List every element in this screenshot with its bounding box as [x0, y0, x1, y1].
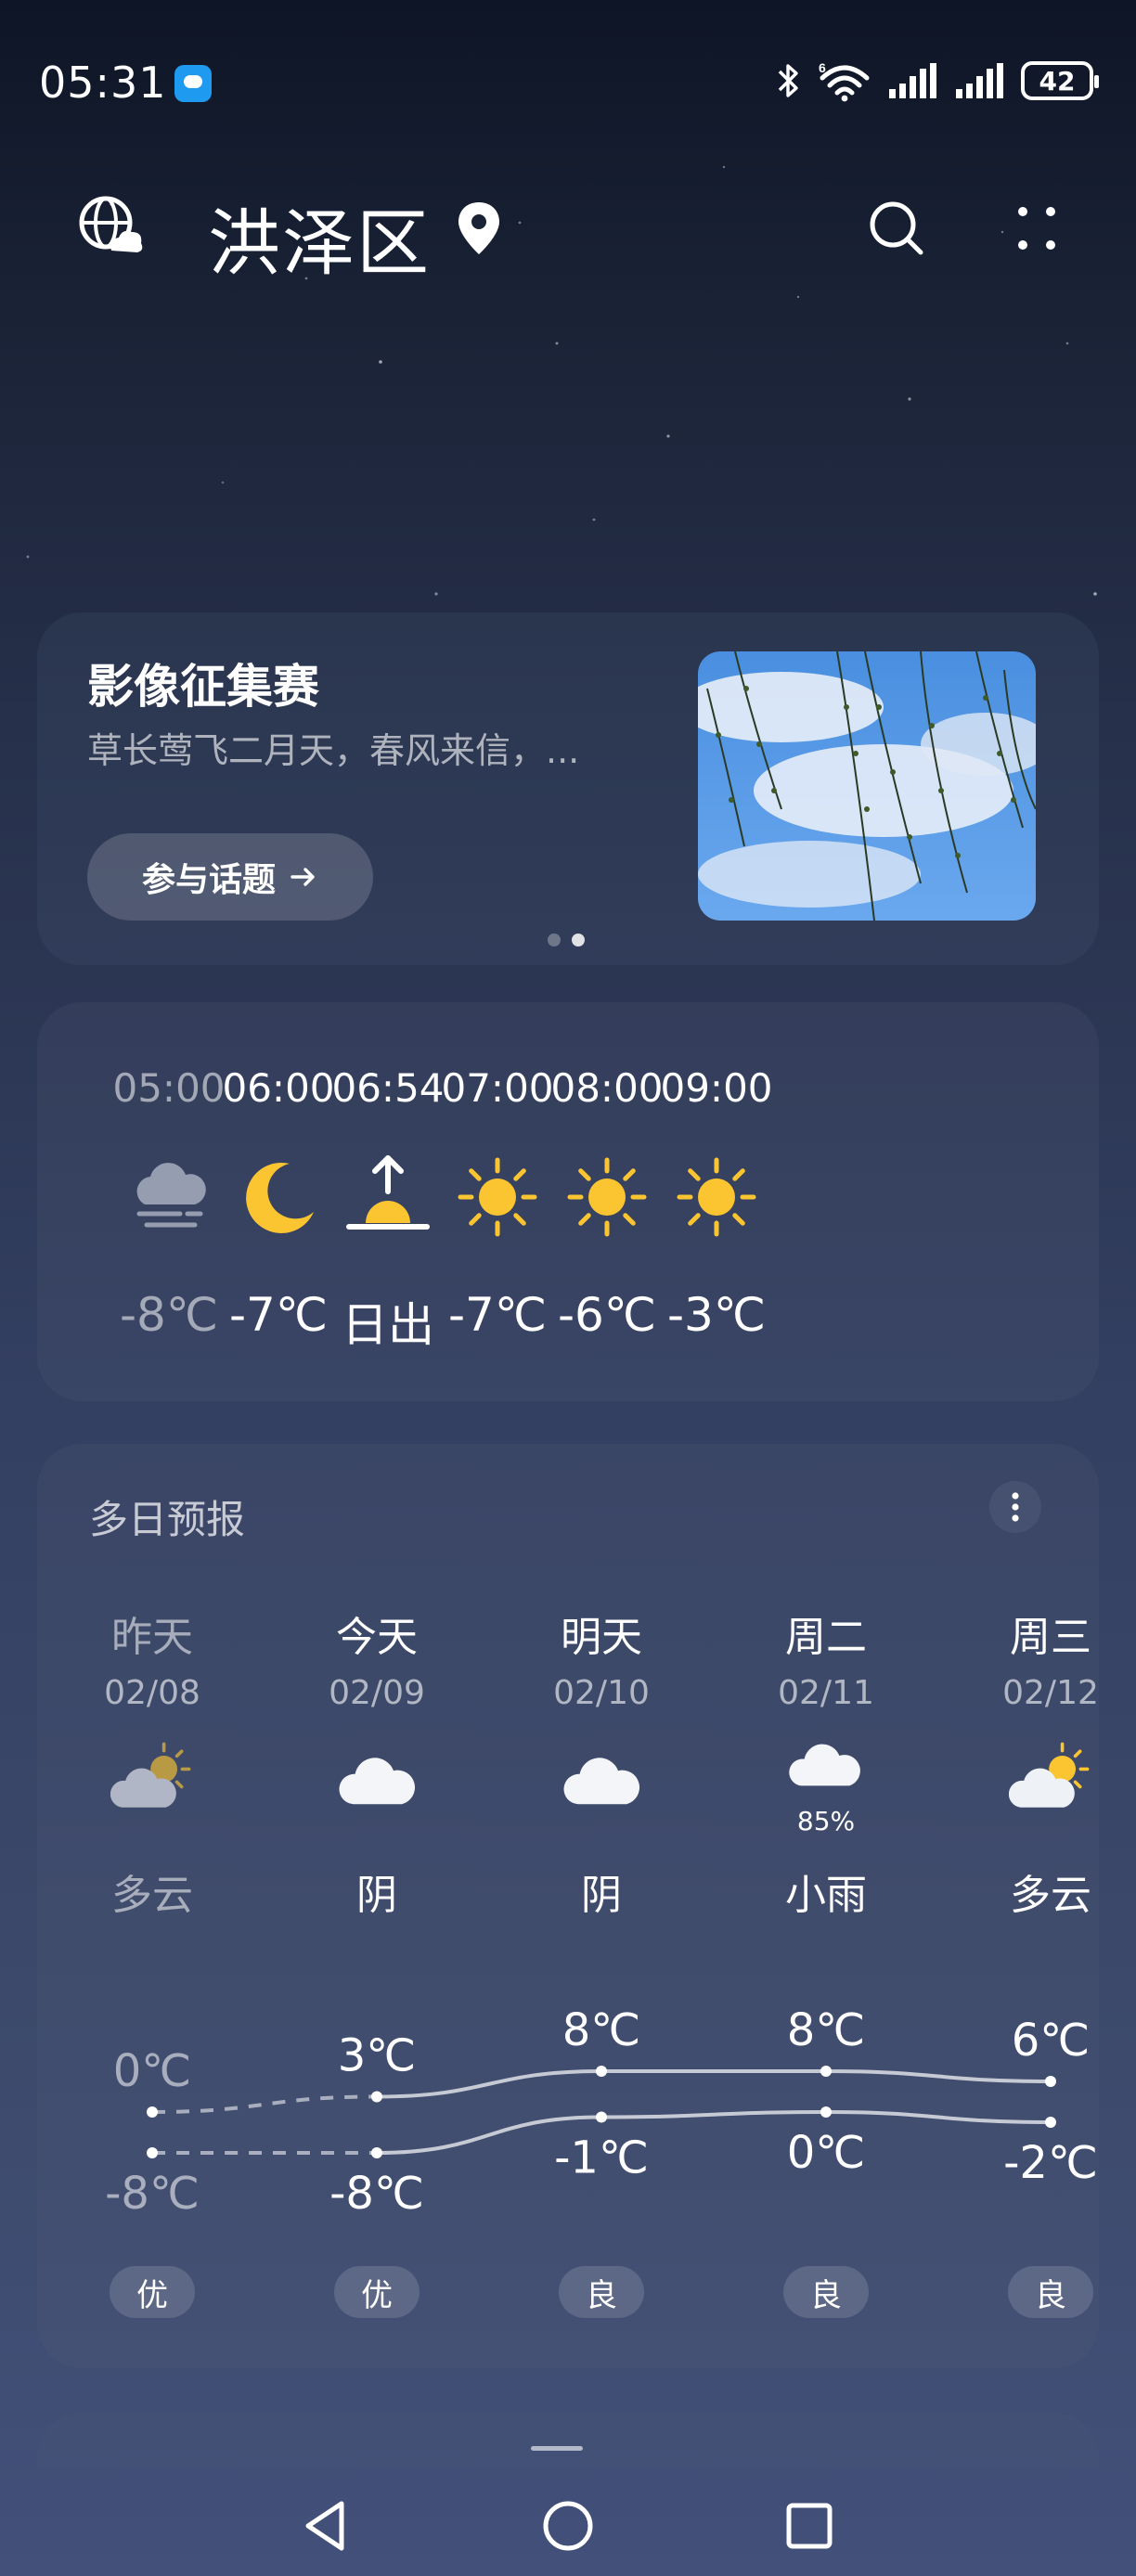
signal-icon-2 [956, 63, 1003, 98]
day-date: 02/08 [104, 1674, 200, 1712]
message-notification-icon [174, 65, 212, 102]
hourly-item[interactable]: 09:00 -3℃ [624, 1002, 809, 1401]
daily-item[interactable]: 周二 02/11 85% 小雨良 [733, 1444, 919, 2368]
next-card-peek [37, 2413, 1099, 2468]
day-name: 今天 [336, 1614, 418, 1661]
cloud-icon [563, 1758, 640, 1805]
aqi-badge: 良 [1008, 2266, 1093, 2318]
app-header: 洪泽区 [0, 167, 1136, 288]
wifi-6-icon: 6 [819, 60, 870, 102]
high-temp-line [376, 2069, 1052, 2099]
status-bar: 05:31 6 42 [0, 0, 1136, 167]
day-date: 02/10 [553, 1674, 650, 1712]
partly-cloudy-icon [110, 1742, 191, 1808]
city-name-title[interactable]: 洪泽区 [208, 186, 431, 290]
day-condition: 小雨 [785, 1872, 867, 1919]
aqi-badge: 优 [110, 2266, 195, 2318]
promo-subtitle: 草长莺飞二月天，春风来信，... [87, 730, 580, 771]
daily-item[interactable]: 昨天 02/08 多云优 [59, 1444, 245, 2368]
status-indicators: 6 42 [776, 58, 1099, 104]
carousel-dot [548, 934, 561, 947]
bluetooth-icon [778, 64, 798, 97]
aqi-badge: 优 [334, 2266, 420, 2318]
join-topic-button[interactable]: 参与话题 [87, 833, 373, 921]
system-navigation-bar [0, 2468, 1136, 2576]
next-card-handle [531, 2446, 583, 2451]
battery-level: 42 [1039, 65, 1076, 97]
hourly-time: 09:00 [660, 1065, 773, 1111]
cloud-icon [339, 1758, 416, 1805]
aqi-badge: 良 [559, 2266, 644, 2318]
daily-item[interactable]: 今天 02/09 阴优 [284, 1444, 470, 2368]
daily-forecast-card[interactable]: 多日预报 0℃ 3℃ 8℃ 8℃ 6℃ -8℃ -8℃ -1℃ 0℃ -2℃ 昨天 02/08 多云优… [37, 1444, 1099, 2368]
back-icon[interactable] [290, 2489, 364, 2563]
day-name: 周三 [1010, 1614, 1091, 1661]
partly-cloudy-icon [1008, 1742, 1090, 1808]
day-name: 昨天 [111, 1614, 193, 1661]
arrow-right-icon [290, 868, 315, 886]
sun-icon [677, 1157, 756, 1237]
hourly-forecast-card[interactable]: 05:00 -8℃ 06:00 -7℃ 06:54 日出 07:00 -7℃ 08:00 -6℃ 0… [37, 1002, 1099, 1401]
city-manage-globe-icon[interactable] [74, 189, 148, 264]
svg-text:6: 6 [819, 60, 826, 75]
day-date: 02/11 [778, 1674, 874, 1712]
day-name: 周二 [785, 1614, 867, 1661]
day-icon [560, 1739, 643, 1823]
signal-icon-1 [889, 63, 936, 98]
promo-card[interactable]: 影像征集赛 草长莺飞二月天，春风来信，... 参与话题 [37, 612, 1099, 965]
day-icon [1008, 1739, 1092, 1823]
join-topic-label: 参与话题 [141, 861, 276, 899]
day-name: 明天 [561, 1614, 642, 1661]
day-icon [110, 1739, 194, 1823]
location-pin-icon [458, 202, 499, 254]
battery-indicator: 42 [1021, 61, 1099, 100]
day-icon [335, 1739, 419, 1823]
home-icon[interactable] [531, 2489, 605, 2563]
day-condition: 阴 [356, 1872, 397, 1919]
day-condition: 多云 [1010, 1872, 1091, 1919]
status-time: 05:31 [39, 58, 167, 108]
hourly-temp: -3℃ [666, 1288, 766, 1342]
day-condition: 多云 [111, 1872, 193, 1919]
search-icon[interactable] [863, 195, 930, 262]
carousel-indicator [548, 934, 585, 947]
more-grid-icon[interactable] [1002, 195, 1069, 262]
day-date: 02/12 [1002, 1674, 1099, 1712]
daily-item[interactable]: 周三 02/12 多云良 [958, 1444, 1099, 2368]
day-date: 02/09 [329, 1674, 425, 1712]
recents-icon[interactable] [772, 2489, 846, 2563]
hourly-icon [670, 1151, 763, 1243]
promo-title: 影像征集赛 [87, 660, 319, 714]
daily-item[interactable]: 明天 02/10 阴良 [509, 1444, 694, 2368]
day-condition: 阴 [581, 1872, 622, 1919]
carousel-dot-active [572, 934, 585, 947]
aqi-badge: 良 [783, 2266, 869, 2318]
precip-probability: 85% [796, 1806, 856, 1836]
promo-image-willow-sky[interactable] [698, 651, 1036, 921]
low-temp-line [376, 2109, 1052, 2155]
